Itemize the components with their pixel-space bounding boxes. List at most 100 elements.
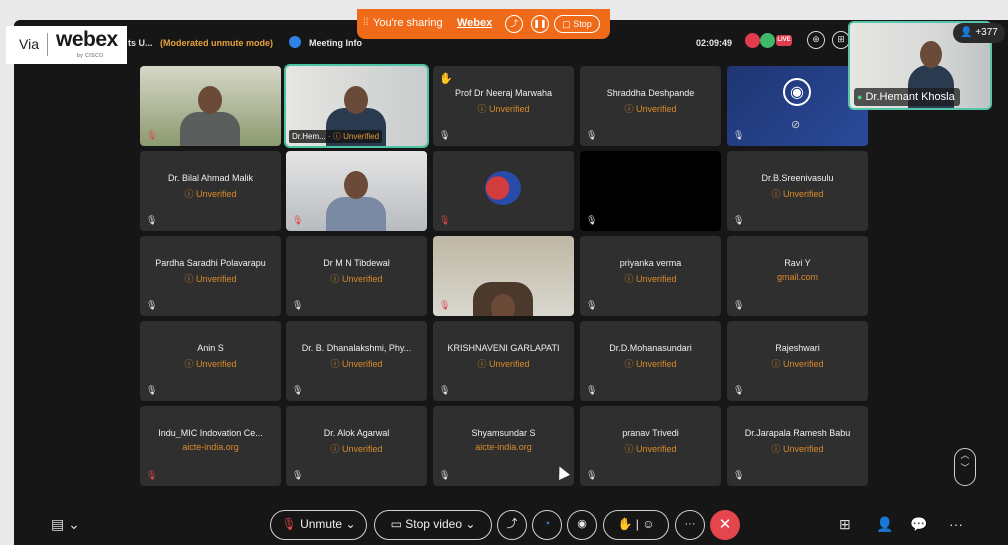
pause-icon[interactable]: ❚❚ — [531, 15, 549, 33]
participant-status: aicte-india.org — [182, 442, 239, 452]
participant-tile[interactable]: Dr.Hem... · ⓘ Unverified — [286, 66, 427, 146]
participant-name: Anin S — [197, 343, 224, 353]
elapsed-time: 02:09:49 — [696, 38, 733, 48]
participants-icon[interactable]: 👤 — [876, 516, 893, 533]
stop-video-label: Stop video — [405, 517, 462, 531]
via-divider — [47, 33, 48, 56]
reactions-icon[interactable]: ☺ — [642, 517, 654, 531]
share-icon[interactable]: ⤴ — [505, 15, 523, 33]
participant-name: priyanka verma — [619, 258, 682, 268]
stop-label: Stop — [573, 19, 592, 29]
person-head — [198, 86, 222, 114]
participant-name: Ravi Y — [784, 258, 811, 268]
participant-tile[interactable]: KRISHNAVENI GARLAPATI ⓘ Unverified 🎙 — [433, 321, 574, 401]
participant-tile[interactable]: pranav Trivedi ⓘ Unverified 🎙 — [580, 406, 721, 486]
mic-icon: 🎙 — [439, 385, 451, 395]
participant-name: Shyamsundar S — [471, 428, 536, 438]
mic-icon: 🎙 — [586, 300, 598, 310]
participant-tile[interactable]: priyanka verma ⓘ Unverified 🎙 — [580, 236, 721, 316]
raise-hand-icon: ✋ — [439, 73, 453, 85]
raise-hand-icon[interactable]: ✋ — [617, 517, 632, 531]
participant-name: Dr.Hem... — [292, 132, 326, 141]
participant-tile[interactable]: Shraddha Deshpande ⓘ Unverified 🎙 — [580, 66, 721, 146]
brain-logo-icon — [485, 171, 521, 205]
sharing-text: You're sharing — [373, 17, 443, 29]
video-off-icon: ⊘ — [791, 119, 801, 131]
mic-icon: 🎙 — [733, 215, 745, 225]
participant-status: ⓘ Unverified — [477, 359, 530, 369]
participant-tile[interactable]: 🎙 — [433, 236, 574, 316]
participant-count-badge[interactable]: 👤 +377 — [953, 23, 1005, 43]
ai-assistant-icon[interactable]: ◔ — [532, 510, 562, 540]
participant-tile[interactable]: Indu_MIC Indovation Ce... aicte-india.org… — [140, 406, 281, 486]
participant-tile[interactable]: 🎙 — [433, 151, 574, 231]
live-badge: LIVE — [776, 35, 792, 46]
mic-icon: 🎙 — [586, 385, 598, 395]
mic-icon: 🎙 — [146, 215, 158, 225]
participant-status: ⓘ Unverified — [184, 359, 237, 369]
participant-tile[interactable]: Dr. Alok Agarwal ⓘ Unverified 🎙 — [286, 406, 427, 486]
participant-tile[interactable]: Dr.B.Sreenivasulu ⓘ Unverified 🎙 — [727, 151, 868, 231]
participant-tile[interactable]: Dr. Bilal Ahmad Malik ⓘ Unverified 🎙 — [140, 151, 281, 231]
mic-icon: 🎙 — [586, 470, 598, 480]
participant-tile[interactable]: Rajeshwari ⓘ Unverified 🎙 — [727, 321, 868, 401]
zoom-icon[interactable]: ⊕ — [807, 31, 825, 49]
participant-status: ⓘ Unverified — [184, 274, 237, 284]
mic-icon: 🎙 — [733, 130, 745, 140]
participant-tile[interactable]: Dr.Jarapala Ramesh Babu ⓘ Unverified 🎙 — [727, 406, 868, 486]
leave-icon[interactable]: ✕ — [710, 510, 740, 540]
mic-icon: 🎙 — [439, 130, 451, 140]
mic-muted-icon: 🎙 — [439, 215, 451, 225]
meeting-title-fragment: ts U... — [128, 38, 153, 48]
participant-name: Pardha Saradhi Polavarapu — [155, 258, 266, 268]
overflow-icon[interactable]: ··· — [949, 516, 963, 532]
webex-logo: webex — [56, 28, 118, 51]
participant-status: ⓘ Unverified — [771, 444, 824, 454]
participant-tile[interactable]: Ravi Y gmail.com 🎙 — [727, 236, 868, 316]
participant-status: ⓘ Unverified — [624, 444, 677, 454]
chat-icon[interactable]: ▤ ⌄ — [51, 516, 80, 533]
shared-app-link[interactable]: Webex — [457, 17, 492, 29]
participant-tile[interactable]: Pardha Saradhi Polavarapu ⓘ Unverified 🎙 — [140, 236, 281, 316]
mic-icon: 🎙 — [146, 385, 158, 395]
chat-panel-icon[interactable]: 💬 — [910, 516, 927, 533]
mic-icon: 🎙 — [439, 470, 451, 480]
participant-tile[interactable]: Dr M N Tibdewal ⓘ Unverified 🎙 — [286, 236, 427, 316]
person-head — [491, 294, 515, 316]
connection-status-icon — [760, 33, 775, 48]
participant-tile[interactable]: 🎙 — [140, 66, 281, 146]
meeting-info-link[interactable]: Meeting Info — [309, 38, 362, 48]
mic-icon: ● — [857, 92, 863, 102]
sharing-banner: ⁞⁞ You're sharing Webex ⤴ ❚❚ ▢ Stop — [357, 9, 610, 39]
participant-tile[interactable]: Dr. B. Dhanalakshmi, Phy... ⓘ Unverified 🎙 — [286, 321, 427, 401]
record-icon[interactable]: ◉ — [567, 510, 597, 540]
self-view-person-head — [920, 41, 942, 68]
grid-scroll-control[interactable]: ︿ ﹀ — [954, 448, 976, 486]
reactions-group[interactable]: ✋ | ☺ — [603, 510, 669, 540]
participant-name: Dr. Bilal Ahmad Malik — [167, 173, 254, 183]
participant-tile[interactable]: Shyamsundar S aicte-india.org 🎙 — [433, 406, 574, 486]
mic-muted-icon: 🎙 — [146, 130, 158, 140]
participant-name: Prof Dr Neeraj Marwaha — [454, 88, 553, 98]
grip-icon[interactable]: ⁞⁞ — [363, 17, 369, 28]
participant-tile[interactable]: ◉ ⊘ 🎙 — [727, 66, 868, 146]
participant-tile[interactable]: 🎙 — [286, 151, 427, 231]
more-icon[interactable]: ··· — [675, 510, 705, 540]
participant-name: Dr. Alok Agarwal — [323, 428, 390, 438]
share-screen-icon[interactable]: ⤴ — [497, 510, 527, 540]
unmute-button[interactable]: 🎙 Unmute ⌄ — [270, 510, 367, 540]
apps-icon[interactable]: ⊞ — [839, 516, 851, 533]
participant-tile[interactable]: Anin S ⓘ Unverified 🎙 — [140, 321, 281, 401]
stop-sharing-button[interactable]: ▢ Stop — [554, 15, 600, 33]
participant-count: +377 — [975, 27, 998, 38]
participant-tile[interactable]: 🎙 — [580, 151, 721, 231]
mic-icon: 🎙 — [292, 385, 304, 395]
participant-tile[interactable]: Dr.D.Mohanasundari ⓘ Unverified 🎙 — [580, 321, 721, 401]
participant-status: ⓘ Unverified — [771, 359, 824, 369]
participant-status: ⓘ Unverified — [771, 189, 824, 199]
stop-video-button[interactable]: ▭ Stop video ⌄ — [374, 510, 492, 540]
participant-video — [580, 151, 721, 231]
participant-name: Dr. B. Dhanalakshmi, Phy... — [301, 343, 412, 353]
participant-tile[interactable]: ✋ Prof Dr Neeraj Marwaha ⓘ Unverified 🎙 — [433, 66, 574, 146]
person-body — [326, 197, 386, 231]
